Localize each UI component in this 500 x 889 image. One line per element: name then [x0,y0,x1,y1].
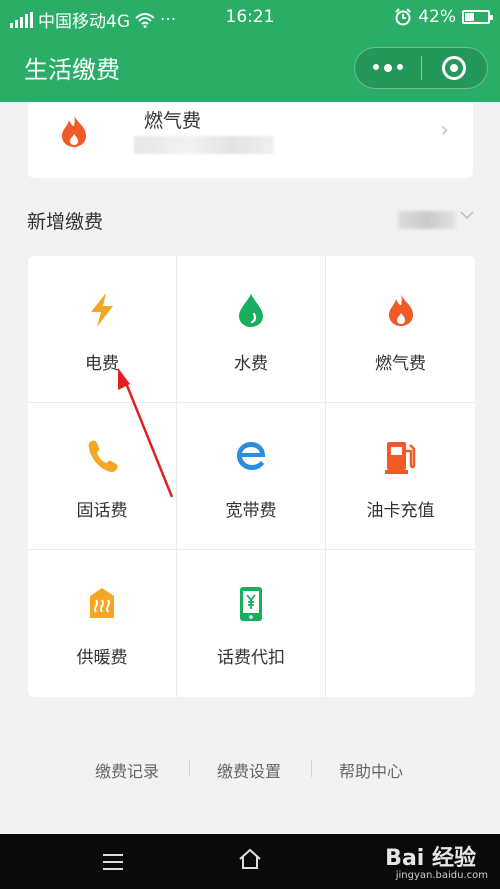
grid-item-label: 固话费 [76,501,128,521]
bill-type-grid: 电费 水费 燃气费 固话费 宽带费 油卡充值 供暖费 话费代扣 [28,256,475,697]
battery-icon [462,10,493,24]
battery-percent: 42% [418,7,456,27]
target-close-icon[interactable] [422,56,488,80]
mobile-yuan-icon [240,587,262,621]
status-bar: 中国移动4G ··· 16:21 42% [0,0,500,36]
broadband-e-icon [237,442,265,470]
status-time: 16:21 [225,7,275,27]
menu-icon[interactable] [103,854,123,875]
watermark-url: jingyan.baidu.com [395,870,488,881]
saved-bill-name: 燃气费 [144,110,202,132]
chevron-right-icon: › [440,118,449,143]
mini-program-capsule [354,47,488,89]
account-number-blurred [134,136,274,154]
footer-settings-link[interactable]: 缴费设置 [217,758,281,782]
page-title: 生活缴费 [24,56,120,84]
grid-item-label: 燃气费 [375,354,426,374]
grid-item-label: 电费 [85,354,119,374]
footer-links: 缴费记录 缴费设置 帮助中心 [0,758,500,782]
grid-item-label: 水费 [234,354,268,374]
fuel-pump-icon [384,442,415,474]
chevron-down-icon[interactable] [460,208,474,224]
flame-icon [62,115,86,147]
watermark-brand: Bai 经验 [385,846,476,871]
grid-item-fuel-card[interactable]: 油卡充值 [326,403,475,550]
phone-icon [88,440,118,472]
grid-item-label: 供暖费 [76,648,128,668]
footer-divider [189,760,190,777]
footer-divider [311,760,312,777]
grid-item-label: 宽带费 [225,501,277,521]
grid-item-label: 话费代扣 [217,648,285,668]
flame-icon [388,294,413,326]
footer-help-link[interactable]: 帮助中心 [339,758,403,782]
city-selector-blurred[interactable] [398,211,456,229]
grid-item-electricity[interactable]: 电费 [28,256,177,403]
heating-icon [90,588,114,618]
lightning-icon [91,293,113,327]
grid-item-phone-autopay[interactable]: 话费代扣 [177,550,326,697]
footer-records-link[interactable]: 缴费记录 [95,758,159,782]
grid-item-water[interactable]: 水费 [177,256,326,403]
alarm-icon [395,8,411,26]
grid-item-heating[interactable]: 供暖费 [28,550,177,697]
water-drop-icon [239,294,263,327]
more-dots-icon[interactable] [355,64,421,72]
grid-item-landline[interactable]: 固话费 [28,403,177,550]
grid-item-gas[interactable]: 燃气费 [326,256,475,403]
saved-bill-card[interactable]: 燃气费 › [28,102,473,178]
grid-item-broadband[interactable]: 宽带费 [177,403,326,550]
section-title: 新增缴费 [27,211,104,233]
grid-item-empty [326,550,475,697]
system-nav-bar: Bai 经验 jingyan.baidu.com [0,834,500,889]
grid-item-label: 油卡充值 [366,501,435,521]
home-icon[interactable] [238,848,262,870]
top-bar: 中国移动4G ··· 16:21 42% 生活缴费 [0,0,500,102]
